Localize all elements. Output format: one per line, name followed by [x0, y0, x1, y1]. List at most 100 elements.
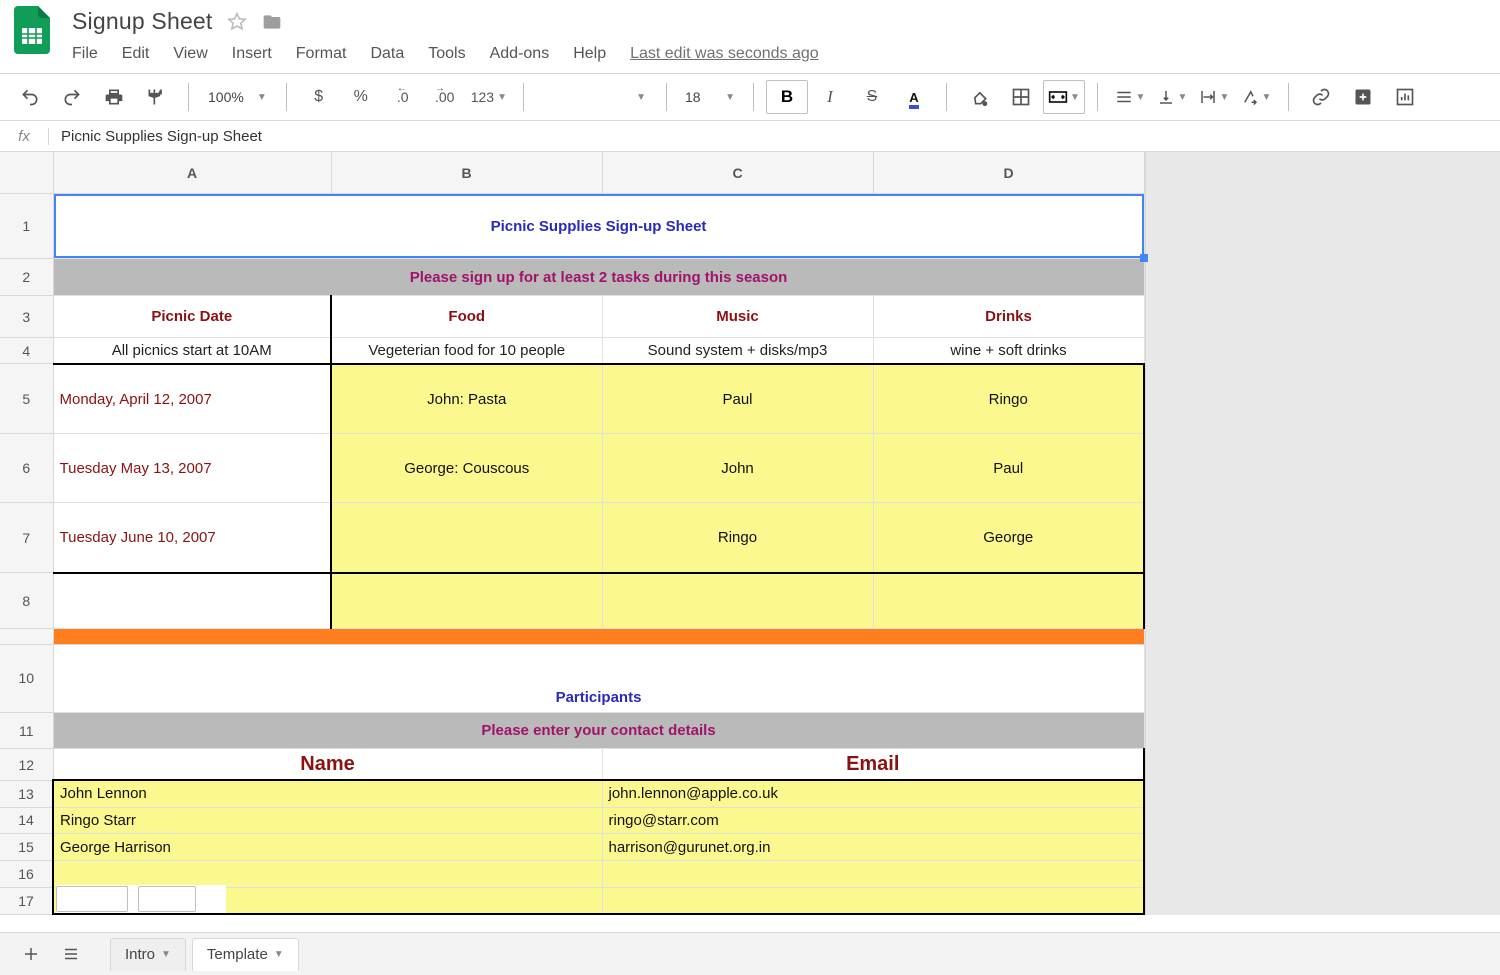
increase-decimal-button[interactable]: .00→ — [425, 81, 465, 113]
menu-help[interactable]: Help — [573, 45, 606, 63]
last-edit-link[interactable]: Last edit was seconds ago — [630, 45, 819, 63]
redo-button[interactable] — [52, 81, 92, 113]
cell[interactable]: john.lennon@apple.co.uk — [602, 780, 1144, 807]
v-align-button[interactable]: ▼ — [1152, 81, 1192, 113]
cell[interactable] — [331, 503, 602, 573]
print-button[interactable] — [94, 81, 134, 113]
insert-link-button[interactable] — [1301, 81, 1341, 113]
menu-file[interactable]: File — [72, 45, 98, 63]
cell[interactable]: wine + soft drinks — [873, 337, 1144, 364]
selection-handle[interactable] — [1140, 254, 1148, 262]
empty-grid-area[interactable] — [1145, 152, 1500, 915]
app-logo[interactable] — [10, 8, 54, 52]
italic-button[interactable]: I — [810, 81, 850, 113]
row-header[interactable]: 7 — [0, 503, 53, 573]
cell-participants-title[interactable]: Participants — [53, 644, 1144, 712]
cell-date[interactable]: Monday, April 12, 2007 — [53, 364, 331, 434]
cell[interactable] — [53, 573, 331, 629]
menu-data[interactable]: Data — [370, 45, 404, 63]
fill-color-button[interactable] — [959, 81, 999, 113]
cell[interactable]: Sound system + disks/mp3 — [602, 337, 873, 364]
cell[interactable]: George — [873, 503, 1144, 573]
cell[interactable]: All picnics start at 10AM — [53, 337, 331, 364]
add-rows-count-input[interactable] — [138, 886, 196, 912]
format-currency-button[interactable]: $ — [299, 81, 339, 113]
row-header[interactable]: 10 — [0, 644, 53, 712]
cell[interactable]: Ringo — [602, 503, 873, 573]
star-icon[interactable] — [227, 12, 247, 32]
text-wrap-button[interactable]: ▼ — [1194, 81, 1234, 113]
col-header-C[interactable]: C — [602, 152, 873, 194]
row-header[interactable]: 5 — [0, 364, 53, 434]
cell[interactable]: Music — [602, 296, 873, 337]
cell[interactable]: John Lennon — [53, 780, 602, 807]
row-header[interactable]: 12 — [0, 749, 53, 781]
cell[interactable]: Food — [331, 296, 602, 337]
cell[interactable]: George Harrison — [53, 834, 602, 861]
tab-template[interactable]: Template▼ — [192, 938, 299, 971]
row-header[interactable]: 16 — [0, 860, 53, 887]
row-header[interactable]: 17 — [0, 887, 53, 914]
menu-edit[interactable]: Edit — [122, 45, 150, 63]
doc-title[interactable]: Signup Sheet — [72, 8, 213, 35]
cell[interactable]: John: Pasta — [331, 364, 602, 434]
insert-comment-button[interactable] — [1343, 81, 1383, 113]
add-sheet-button[interactable] — [14, 939, 48, 969]
row-header[interactable]: 11 — [0, 712, 53, 748]
cell-participants-sub[interactable]: Please enter your contact details — [53, 712, 1144, 748]
cell[interactable] — [602, 887, 1144, 914]
divider-row[interactable] — [53, 629, 1144, 645]
formula-bar[interactable]: Picnic Supplies Sign-up Sheet — [49, 128, 1500, 145]
cell[interactable]: ringo@starr.com — [602, 807, 1144, 834]
bold-button[interactable]: B — [766, 80, 808, 114]
row-header[interactable] — [0, 629, 53, 645]
text-color-button[interactable]: A — [894, 81, 934, 113]
cell[interactable]: Vegeterian food for 10 people — [331, 337, 602, 364]
cell-date[interactable]: Tuesday May 13, 2007 — [53, 434, 331, 503]
text-rotation-button[interactable]: ▼ — [1236, 81, 1276, 113]
row-header[interactable]: 3 — [0, 296, 53, 337]
cell[interactable]: Paul — [602, 364, 873, 434]
font-select[interactable]: ▼ — [536, 92, 654, 103]
cell[interactable]: Name — [53, 749, 602, 781]
cell[interactable] — [602, 860, 1144, 887]
cell[interactable] — [873, 573, 1144, 629]
more-formats-button[interactable]: 123▼ — [467, 81, 511, 113]
menu-tools[interactable]: Tools — [428, 45, 465, 63]
col-header-B[interactable]: B — [331, 152, 602, 194]
folder-icon[interactable] — [261, 12, 283, 32]
cell[interactable]: Ringo Starr — [53, 807, 602, 834]
tab-intro[interactable]: Intro▼ — [110, 938, 186, 971]
cell[interactable] — [602, 573, 873, 629]
decrease-decimal-button[interactable]: .0← — [383, 81, 423, 113]
add-rows-button[interactable] — [56, 886, 128, 912]
cell[interactable]: Drinks — [873, 296, 1144, 337]
select-all-corner[interactable] — [0, 152, 53, 194]
format-percent-button[interactable]: % — [341, 81, 381, 113]
borders-button[interactable] — [1001, 81, 1041, 113]
h-align-button[interactable]: ▼ — [1110, 81, 1150, 113]
cell-title[interactable]: Picnic Supplies Sign-up Sheet — [53, 194, 1144, 258]
font-size-select[interactable]: 18▼ — [679, 89, 741, 105]
all-sheets-button[interactable] — [54, 939, 88, 969]
row-header[interactable]: 4 — [0, 337, 53, 364]
col-header-A[interactable]: A — [53, 152, 331, 194]
row-header[interactable]: 2 — [0, 258, 53, 296]
row-header[interactable]: 13 — [0, 780, 53, 807]
row-header[interactable]: 1 — [0, 194, 53, 258]
row-header[interactable]: 15 — [0, 834, 53, 861]
menu-format[interactable]: Format — [296, 45, 347, 63]
cell[interactable]: Paul — [873, 434, 1144, 503]
menu-addons[interactable]: Add-ons — [490, 45, 550, 63]
cell-subtitle[interactable]: Please sign up for at least 2 tasks duri… — [53, 258, 1144, 296]
zoom-select[interactable]: 100%▼ — [201, 88, 274, 106]
undo-button[interactable] — [10, 81, 50, 113]
row-header[interactable]: 8 — [0, 573, 53, 629]
cell[interactable]: Picnic Date — [53, 296, 331, 337]
cell[interactable]: George: Couscous — [331, 434, 602, 503]
merge-cells-button[interactable]: ▼ — [1043, 80, 1085, 114]
paint-format-button[interactable] — [136, 81, 176, 113]
row-header[interactable]: 6 — [0, 434, 53, 503]
col-header-D[interactable]: D — [873, 152, 1144, 194]
insert-chart-button[interactable] — [1385, 81, 1425, 113]
